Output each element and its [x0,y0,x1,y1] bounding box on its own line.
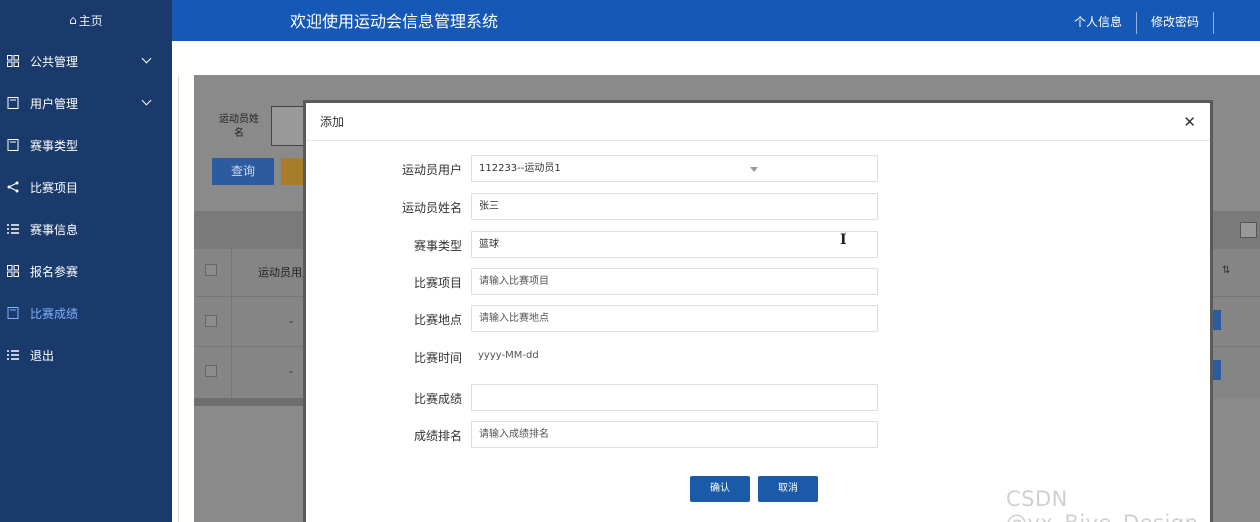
sidebar-item-label: 比赛项目 [30,180,79,195]
sidebar-item-label: 报名参赛 [30,264,79,279]
form-row-athlete-user: 运动员用户 112233--运动员1 [306,155,1206,183]
sidebar-item-label: 公共管理 [30,54,79,69]
athlete-user-label: 运动员用户 [401,163,462,177]
document-icon [6,306,20,320]
score-field[interactable] [471,384,878,411]
dialog-header: 添加 ✕ [306,103,1210,141]
add-dialog: 添加 ✕ 运动员用户 112233--运动员1 运动员姓名 张三 赛事类型 篮球… [303,100,1213,522]
chevron-down-icon [141,53,152,64]
confirm-button[interactable]: 确认 [690,476,750,502]
home-icon: ⌂ [69,13,77,27]
top-header: 欢迎使用运动会信息管理系统 个人信息 修改密码 [172,0,1260,41]
form-row-competition-location: 比赛地点 请输入比赛地点 [306,305,1206,333]
form-row-athlete-name: 运动员姓名 张三 [306,193,1206,221]
event-type-field[interactable]: 篮球 [471,231,878,258]
content-frame [178,75,194,522]
competition-item-label: 比赛项目 [413,276,462,290]
sort-icon[interactable]: ⇅ [1222,265,1230,276]
row-checkbox[interactable] [205,315,217,327]
sidebar-item-logout[interactable]: 退出 [0,334,172,376]
document-icon [6,96,20,110]
list-icon [6,348,20,362]
text-cursor-icon: I [840,232,847,248]
competition-item-field[interactable]: 请输入比赛项目 [471,268,878,295]
cancel-button[interactable]: 取消 [758,476,818,502]
sidebar-item-user-management[interactable]: 用户管理 [0,82,172,124]
sidebar-item-label: 退出 [30,348,55,363]
ranking-field[interactable]: 请输入成绩排名 [471,421,878,448]
form-row-event-type: 赛事类型 篮球 [306,231,1206,259]
chevron-down-icon [750,167,758,172]
competition-location-field[interactable]: 请输入比赛地点 [471,305,878,332]
document-icon [6,138,20,152]
sidebar-item-public-management[interactable]: 公共管理 [0,40,172,82]
header-nav: 个人信息 修改密码 [1060,12,1214,34]
form-row-score: 比赛成绩 [306,384,1206,412]
grid-icon [6,264,20,278]
watermark: CSDN @vx_Biye_Design [1006,487,1198,522]
columns-icon[interactable] [1240,222,1257,238]
form-row-competition-time: 比赛时间 yyyy-MM-dd [306,343,1206,371]
competition-location-label: 比赛地点 [413,313,462,327]
sidebar-item-label: 用户管理 [30,96,79,111]
sidebar-item-event-info[interactable]: 赛事信息 [0,208,172,250]
query-button[interactable]: 查询 [212,158,274,185]
share-icon [6,180,20,194]
competition-time-label: 比赛时间 [413,351,462,365]
score-label: 比赛成绩 [413,392,462,406]
page-title: 欢迎使用运动会信息管理系统 [290,12,499,31]
dialog-title: 添加 [320,115,345,129]
sidebar-item-event-types[interactable]: 赛事类型 [0,124,172,166]
competition-time-picker[interactable]: yyyy-MM-dd [471,343,878,370]
horizontal-scrollbar[interactable] [194,398,306,406]
home-label: 主页 [78,13,103,28]
athlete-name-field[interactable]: 张三 [471,193,878,220]
select-all-checkbox[interactable] [205,264,217,276]
close-icon[interactable]: ✕ [1183,113,1196,131]
change-password-link[interactable]: 修改密码 [1137,12,1214,34]
list-icon [6,222,20,236]
search-label: 运动员姓名 [219,114,259,139]
sidebar-home[interactable]: ⌂ 主页 [0,0,172,40]
ranking-label: 成绩排名 [413,429,462,443]
sidebar-item-competition-items[interactable]: 比赛项目 [0,166,172,208]
athlete-name-label: 运动员姓名 [401,201,462,215]
sidebar-item-competition-results[interactable]: 比赛成绩 [0,292,172,334]
row-checkbox[interactable] [205,365,217,377]
form-row-competition-item: 比赛项目 请输入比赛项目 [306,268,1206,296]
sidebar-item-registration[interactable]: 报名参赛 [0,250,172,292]
form-row-ranking: 成绩排名 请输入成绩排名 [306,421,1206,449]
grid-icon [6,54,20,68]
table-divider [231,249,232,399]
sidebar-item-label: 比赛成绩 [30,306,79,321]
table-cell: - [289,365,293,378]
table-cell: - [289,315,293,328]
sidebar-item-label: 赛事信息 [30,222,79,237]
event-type-label: 赛事类型 [413,239,462,253]
athlete-user-select[interactable]: 112233--运动员1 [471,155,878,182]
athlete-user-value: 112233--运动员1 [479,163,561,174]
personal-info-link[interactable]: 个人信息 [1060,12,1137,34]
sidebar: ⌂ 主页 公共管理 用户管理 赛事类型 比赛项目 赛事信息 报名参赛 比赛成绩 … [0,0,172,522]
sidebar-item-label: 赛事类型 [30,138,79,153]
chevron-down-icon [141,95,152,106]
